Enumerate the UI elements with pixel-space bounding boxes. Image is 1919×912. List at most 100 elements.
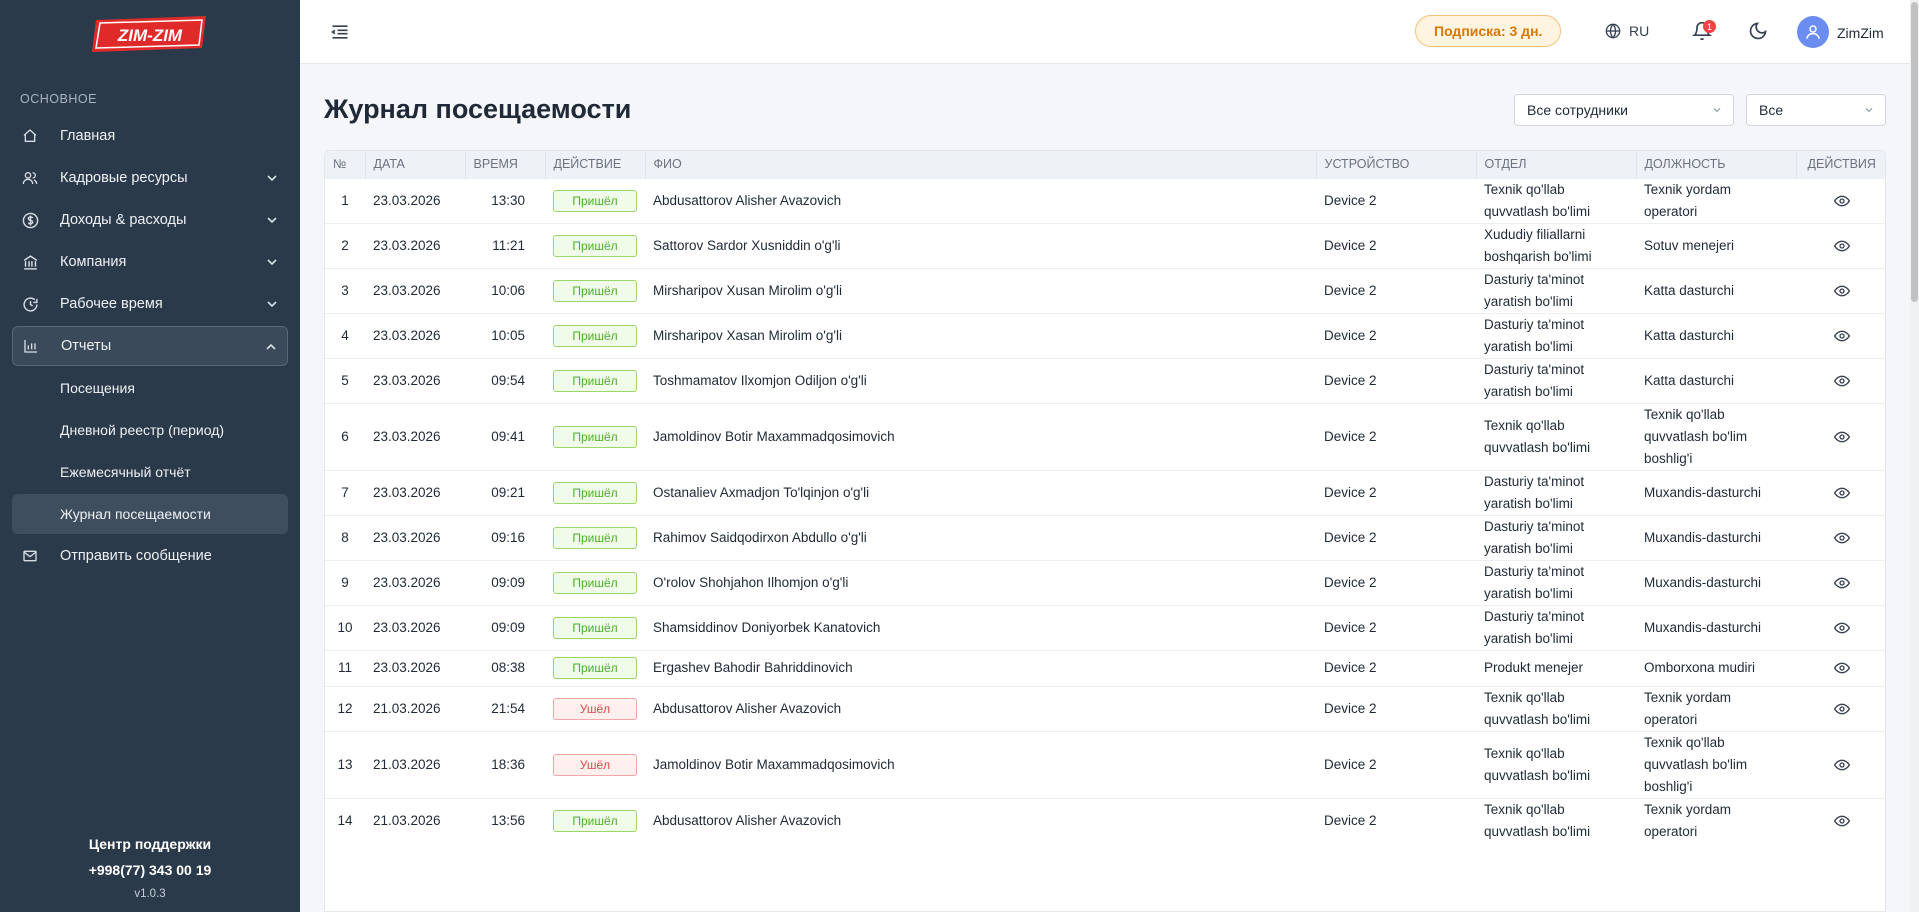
cell-action: Пришёл — [545, 649, 645, 686]
sidebar-item-finance[interactable]: Доходы & расходы — [12, 200, 288, 240]
attendance-table: № ДАТА ВРЕМЯ ДЕЙСТВИЕ ФИО УСТРОЙСТВО ОТД… — [324, 150, 1886, 912]
cell-full-name: Sattorov Sardor Xusniddin o'g'li — [645, 222, 1316, 268]
cell-number: 1 — [325, 177, 365, 223]
sidebar-item-send-message[interactable]: Отправить сообщение — [12, 536, 288, 576]
cell-action: Пришёл — [545, 222, 645, 268]
support-title: Центр поддержки — [88, 836, 212, 852]
chevron-down-icon — [267, 259, 277, 266]
username[interactable]: ZimZim — [1837, 25, 1884, 41]
moon-icon[interactable] — [1748, 21, 1768, 41]
cell-number: 9 — [325, 559, 365, 605]
support-phone[interactable]: +998(77) 343 00 19 — [0, 862, 300, 878]
mail-icon — [20, 546, 40, 566]
sidebar-item-label: Отчеты — [61, 338, 112, 354]
app-version: v1.0.3 — [134, 888, 166, 900]
table-body: 1 23.03.2026 13:30 Пришёл Abdusattorov Alish… — [325, 177, 1885, 843]
cell-time: 10:05 — [465, 312, 545, 358]
action-badge: Пришёл — [553, 571, 637, 594]
employee-filter-select[interactable]: Все сотрудники — [1514, 94, 1734, 126]
action-badge: Пришёл — [553, 481, 637, 504]
chevron-down-icon — [1865, 108, 1873, 113]
cell-actions — [1796, 357, 1885, 403]
cell-department: Dasturiy ta'minot yaratish bo'limi — [1476, 267, 1636, 313]
cell-device: Device 2 — [1316, 797, 1476, 843]
view-button[interactable] — [1833, 813, 1850, 828]
cell-action: Пришёл — [545, 402, 645, 470]
sidebar-subitem-daily-register[interactable]: Дневной реестр (период) — [12, 410, 288, 450]
cell-actions — [1796, 312, 1885, 358]
view-button[interactable] — [1833, 485, 1850, 500]
notification-count-badge: 1 — [1703, 20, 1716, 33]
language-switcher[interactable]: RU — [1605, 23, 1649, 39]
scroll-thumb[interactable] — [1911, 2, 1918, 302]
subscription-badge[interactable]: Подписка: 3 дн. — [1415, 15, 1562, 47]
cell-device: Device 2 — [1316, 649, 1476, 686]
cell-number: 7 — [325, 469, 365, 515]
sidebar-item-hr[interactable]: Кадровые ресурсы — [12, 158, 288, 198]
sidebar-subitem-visits[interactable]: Посещения — [12, 368, 288, 408]
menu-collapse-icon[interactable] — [330, 22, 350, 42]
cell-action: Пришёл — [545, 514, 645, 560]
view-button[interactable] — [1833, 283, 1850, 298]
view-button[interactable] — [1833, 620, 1850, 635]
column-header[interactable]: ФИО — [645, 151, 1317, 178]
sidebar-item-home[interactable]: Главная — [12, 116, 288, 156]
view-button[interactable] — [1833, 757, 1850, 772]
logo[interactable]: ZIM-ZIM — [0, 0, 300, 66]
sidebar-item-company[interactable]: Компания — [12, 242, 288, 282]
column-header[interactable]: ВРЕМЯ — [465, 151, 546, 178]
sidebar-subitem-monthly-report[interactable]: Ежемесячный отчёт — [12, 452, 288, 492]
cell-department: Texnik qo'llab quvvatlash bo'limi — [1476, 402, 1636, 470]
view-button[interactable] — [1833, 701, 1850, 716]
cell-device: Device 2 — [1316, 357, 1476, 403]
cell-time: 13:30 — [465, 177, 545, 223]
cell-device: Device 2 — [1316, 312, 1476, 358]
logo-icon: ZIM-ZIM — [92, 16, 206, 52]
view-button[interactable] — [1833, 373, 1850, 388]
action-badge: Пришёл — [553, 234, 637, 257]
view-button[interactable] — [1833, 328, 1850, 343]
cell-time: 21:54 — [465, 685, 545, 731]
cell-position: Muxandis-dasturchi — [1636, 559, 1796, 605]
action-filter-select[interactable]: Все — [1746, 94, 1886, 126]
dollar-icon — [20, 210, 40, 230]
view-button[interactable] — [1833, 193, 1850, 208]
bar-chart-icon — [21, 336, 41, 356]
view-button[interactable] — [1833, 575, 1850, 590]
table-row: 1 23.03.2026 13:30 Пришёл Abdusattorov Alish… — [325, 177, 1885, 223]
eye-icon — [1833, 193, 1850, 208]
column-header[interactable]: ДЕЙСТВИЕ — [545, 151, 646, 178]
view-button[interactable] — [1833, 660, 1850, 675]
cell-action: Пришёл — [545, 469, 645, 515]
avatar[interactable] — [1797, 16, 1829, 48]
cell-actions — [1796, 267, 1885, 313]
chevron-down-icon — [267, 301, 277, 308]
sidebar-item-reports[interactable]: Отчеты — [12, 326, 288, 366]
column-header[interactable]: ДАТА — [365, 151, 466, 178]
cell-actions — [1796, 469, 1885, 515]
cell-device: Device 2 — [1316, 469, 1476, 515]
column-header[interactable]: ОТДЕЛ — [1476, 151, 1637, 178]
sidebar-item-worktime[interactable]: Рабочее время — [12, 284, 288, 324]
globe-icon — [1605, 23, 1621, 39]
action-badge: Пришёл — [553, 526, 637, 549]
column-header[interactable]: УСТРОЙСТВО — [1316, 151, 1477, 178]
page-title: Журнал посещаемости — [324, 94, 632, 124]
action-badge: Пришёл — [553, 189, 637, 212]
cell-number: 10 — [325, 604, 365, 650]
cell-date: 23.03.2026 — [365, 222, 465, 268]
cell-number: 3 — [325, 267, 365, 313]
view-button[interactable] — [1833, 429, 1850, 444]
cell-device: Device 2 — [1316, 402, 1476, 470]
view-button[interactable] — [1833, 238, 1850, 253]
cell-position: Texnik qo'llab quvvatlash bo'lim boshlig… — [1636, 730, 1796, 798]
view-button[interactable] — [1833, 530, 1850, 545]
cell-position: Muxandis-dasturchi — [1636, 514, 1796, 560]
cell-department: Dasturiy ta'minot yaratish bo'limi — [1476, 312, 1636, 358]
cell-actions — [1796, 177, 1885, 223]
column-header[interactable]: ДОЛЖНОСТЬ — [1636, 151, 1797, 178]
cell-action: Пришёл — [545, 604, 645, 650]
cell-department: Produkt menejer — [1476, 649, 1636, 686]
sidebar-subitem-attendance-log[interactable]: Журнал посещаемости — [12, 494, 288, 534]
page-scrollbar[interactable] — [1910, 0, 1919, 912]
